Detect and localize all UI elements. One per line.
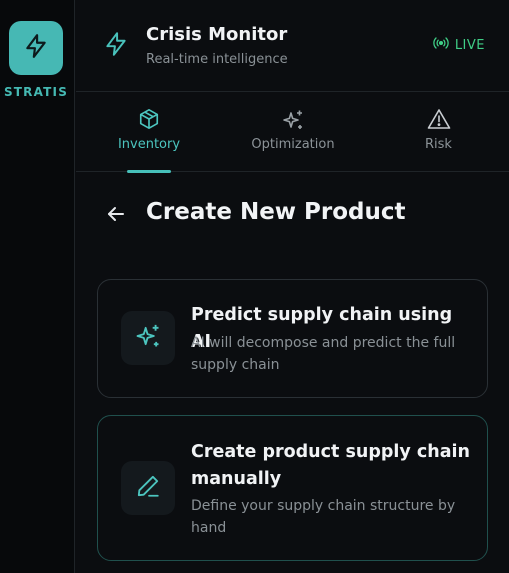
bolt-icon	[23, 33, 49, 63]
pencil-icon	[135, 473, 161, 503]
tab-label: Optimization	[251, 137, 335, 152]
option-icon-tile	[121, 311, 175, 365]
create-manually-option[interactable]: Create product supply chain manually Def…	[97, 415, 488, 561]
predict-with-ai-option[interactable]: Predict supply chain using AI AI will de…	[97, 279, 488, 398]
tab-label: Inventory	[117, 137, 181, 152]
tab-bar: Inventory Optimization Risk	[76, 93, 509, 173]
live-status-badge: LIVE	[433, 37, 485, 53]
page-title: Create New Product	[146, 199, 406, 225]
live-label: LIVE	[454, 37, 485, 53]
sparkles-icon	[281, 108, 305, 136]
option-title: Create product supply chain manually	[191, 442, 471, 489]
broadcast-icon	[433, 37, 449, 53]
sidebar-rail: STRATIS	[0, 0, 75, 573]
app-title: Crisis Monitor	[146, 24, 288, 45]
sparkles-icon	[134, 322, 162, 354]
app: STRATIS Crisis Monitor Real-time intelli…	[0, 0, 509, 573]
header: Crisis Monitor Real-time intelligence LI…	[76, 0, 509, 92]
option-icon-tile	[121, 461, 175, 515]
bolt-icon	[103, 30, 129, 62]
option-description: AI will decompose and predict the full s…	[191, 335, 456, 373]
tab-risk[interactable]: Risk	[391, 93, 486, 172]
brand-name: STRATIS	[3, 85, 69, 99]
brand-logo[interactable]	[9, 21, 63, 75]
warning-icon	[427, 108, 451, 134]
tab-optimization[interactable]: Optimization	[236, 93, 350, 172]
box-icon	[138, 108, 160, 134]
tab-inventory[interactable]: Inventory	[98, 93, 200, 173]
app-subtitle: Real-time intelligence	[146, 52, 288, 67]
option-description: Define your supply chain structure by ha…	[191, 498, 456, 536]
tab-label: Risk	[425, 137, 452, 152]
arrow-left-icon[interactable]	[106, 205, 126, 227]
active-tab-indicator	[127, 170, 171, 173]
